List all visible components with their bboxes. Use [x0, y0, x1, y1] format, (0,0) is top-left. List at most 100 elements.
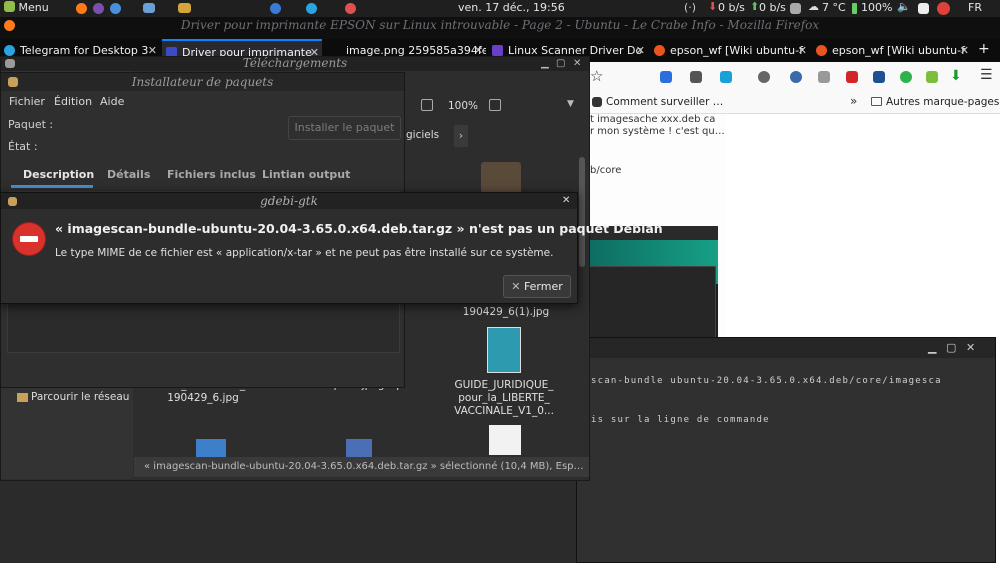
telegram-icon — [4, 45, 15, 56]
minimize-icon[interactable]: ▁ — [928, 341, 936, 354]
view-options-icon[interactable]: ▼ — [567, 99, 574, 109]
bookmark-item[interactable]: Comment surveiller la... — [606, 96, 726, 108]
ubuntu-icon — [654, 45, 665, 56]
pdf-thumbnail[interactable] — [487, 327, 521, 373]
close-icon[interactable]: ✕ — [960, 39, 969, 62]
tab-lintian-output[interactable]: Lintian output — [262, 168, 350, 181]
power-icon[interactable] — [937, 2, 950, 15]
extension-icon[interactable] — [690, 71, 702, 83]
firefox-toolbar: ☆ ⬇ ☰ — [586, 62, 1000, 92]
battery-icon[interactable] — [852, 3, 857, 14]
image-file-icon[interactable] — [196, 439, 226, 457]
firefox-icon[interactable] — [76, 3, 87, 14]
error-icon — [13, 223, 45, 255]
package-icon — [8, 77, 18, 87]
close-icon[interactable]: ✕ — [798, 39, 807, 62]
tor-icon[interactable] — [93, 3, 104, 14]
package-icon — [8, 197, 17, 206]
zoom-in-icon[interactable] — [489, 99, 501, 111]
sidebar-item-network[interactable]: Parcourir le réseau — [31, 391, 129, 403]
minimize-icon[interactable]: ▁ — [541, 57, 549, 70]
extension-icon[interactable] — [846, 71, 858, 83]
network-icon[interactable]: (·) — [684, 1, 696, 14]
notification-icon[interactable] — [918, 3, 929, 14]
zoom-out-icon[interactable] — [421, 99, 433, 111]
menu-label: Menu — [18, 1, 49, 14]
extension-icon[interactable] — [790, 71, 802, 83]
dialog-titlebar: gdebi-gtk ✕ — [1, 193, 577, 209]
upload-speed-icon: ⬆ — [750, 0, 760, 13]
applet-icon[interactable] — [790, 3, 801, 14]
download-icon[interactable]: ⬇ — [950, 68, 962, 84]
chevron-right-icon[interactable]: › — [454, 125, 468, 147]
tab-included-files[interactable]: Fichiers inclus — [167, 168, 256, 181]
menu-icon — [4, 1, 15, 12]
weather-icon[interactable]: ☁ — [808, 0, 819, 13]
keyboard-layout[interactable]: FR — [968, 1, 982, 14]
file-label[interactable]: GUIDE_JURIDIQUE_ pour_la_LIBERTE_ VACCIN… — [444, 379, 564, 418]
error-heading: « imagescan-bundle-ubuntu-20.04-3.65.0.x… — [55, 221, 663, 236]
extension-icon[interactable] — [660, 71, 672, 83]
window-title: Téléchargements — [242, 56, 348, 70]
system-monitor-icon[interactable] — [143, 3, 155, 13]
path-bar: giciels › — [406, 125, 468, 147]
slack-icon[interactable] — [345, 3, 356, 14]
tab-epson-wiki-1[interactable]: epson_wf [Wiki ubuntu-f ✕ — [650, 39, 810, 62]
file-label[interactable]: 190429_6(1).jpg — [446, 306, 566, 319]
menu-button[interactable]: Menu — [4, 1, 49, 14]
close-icon[interactable]: ✕ — [966, 341, 975, 354]
firefox-titlebar: Driver pour imprimante EPSON sur Linux i… — [0, 17, 1000, 39]
extension-icon[interactable] — [900, 71, 912, 83]
tab-description[interactable]: Description — [23, 168, 94, 181]
install-package-button[interactable]: Installer le paquet — [288, 116, 401, 140]
thunderbird-icon[interactable] — [270, 3, 281, 14]
terminal-window: ▁ ▢ ✕ scan-bundle ubuntu-20.04-3.65.0.x6… — [576, 337, 996, 563]
word-file-icon[interactable] — [346, 439, 372, 457]
extension-icon[interactable] — [720, 71, 732, 83]
status-bar: « imagescan-bundle-ubuntu-20.04-3.65.0.x… — [134, 457, 589, 477]
terminal-line: is sur la ligne de commande — [591, 415, 770, 425]
top-panel: Menu ven. 17 déc., 19:56 (·) ⬇ 0 b/s ⬆ 0… — [0, 0, 1000, 17]
site-icon — [492, 45, 503, 56]
extension-icon[interactable] — [818, 71, 830, 83]
files-icon[interactable] — [178, 3, 191, 13]
menu-aide[interactable]: Aide — [100, 95, 124, 108]
tab-epson-wiki-2[interactable]: epson_wf [Wiki ubuntu-f ✕ — [812, 39, 972, 62]
bookmark-star-icon[interactable]: ☆ — [590, 67, 603, 85]
telegram-icon[interactable] — [306, 3, 317, 14]
close-button-label: Fermer — [523, 280, 563, 293]
close-icon[interactable]: ✕ — [562, 193, 570, 209]
close-button[interactable]: ✕ Fermer — [503, 275, 571, 298]
folder-icon — [871, 97, 882, 106]
menu-edition[interactable]: Édition — [54, 95, 92, 108]
volume-icon[interactable]: 🔈 — [897, 0, 911, 13]
datetime[interactable]: ven. 17 déc., 19:56 — [458, 1, 565, 14]
bookmarks-overflow-icon[interactable]: » — [850, 94, 857, 108]
extension-icon[interactable] — [758, 71, 770, 83]
chromium-icon[interactable] — [110, 3, 121, 14]
ubuntu-icon — [816, 45, 827, 56]
maximize-icon[interactable]: ▢ — [556, 57, 565, 70]
page-text: t imagesache xxx.deb ca — [590, 114, 716, 125]
document-thumbnail[interactable] — [489, 425, 521, 455]
close-icon[interactable]: ✕ — [636, 39, 645, 62]
bookmark-icon — [592, 97, 602, 107]
tab-details[interactable]: Détails — [107, 168, 150, 181]
extension-icon[interactable] — [926, 71, 938, 83]
extension-icon[interactable] — [873, 71, 885, 83]
path-segment[interactable]: giciels — [406, 129, 439, 141]
scrollbar[interactable] — [579, 157, 585, 267]
menu-fichier[interactable]: Fichier — [9, 95, 45, 108]
network-icon — [17, 393, 28, 402]
file-name: GUIDE_JURIDIQUE_ pour_la_LIBERTE_ VACCIN… — [454, 379, 554, 417]
new-tab-button[interactable]: + — [978, 41, 990, 57]
terminal-line: scan-bundle ubuntu-20.04-3.65.0.x64.deb/… — [591, 376, 942, 386]
other-bookmarks[interactable]: Autres marque-pages — [886, 96, 999, 108]
close-icon[interactable]: ✕ — [573, 57, 581, 70]
hamburger-menu-icon[interactable]: ☰ — [980, 67, 993, 83]
files-icon — [5, 59, 15, 68]
net-down: 0 b/s — [718, 1, 745, 14]
package-label: Paquet : — [8, 118, 54, 131]
maximize-icon[interactable]: ▢ — [946, 341, 956, 354]
zoom-level: 100% — [448, 100, 479, 112]
